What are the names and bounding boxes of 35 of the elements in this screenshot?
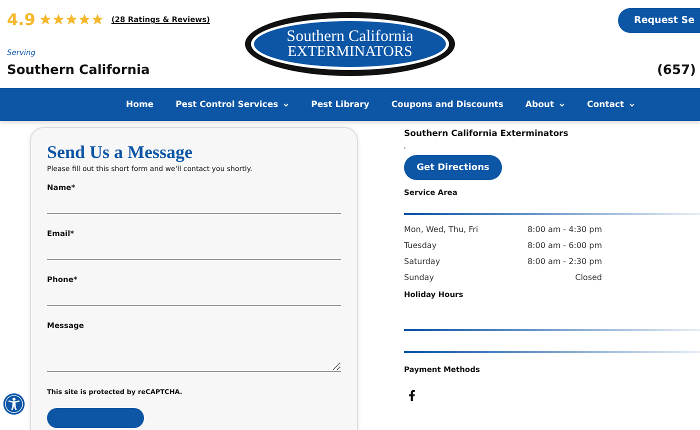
hours-time: 8:00 am - 6:00 pm bbox=[526, 241, 602, 250]
nav-link[interactable]: Pest Library bbox=[311, 100, 370, 110]
hours-days: Saturday bbox=[404, 257, 524, 266]
accessibility-icon[interactable] bbox=[3, 393, 25, 415]
nav-link[interactable]: Coupons and Discounts bbox=[391, 100, 504, 110]
company-logo[interactable]: Southern California EXTERMINATORS bbox=[245, 12, 455, 76]
star-icon bbox=[91, 13, 104, 26]
phone-number[interactable]: (657) bbox=[656, 63, 696, 78]
submit-button[interactable] bbox=[47, 408, 144, 428]
hours-time: 8:00 am - 4:30 pm bbox=[526, 225, 602, 234]
region-name: Southern California bbox=[7, 63, 150, 78]
nav-link[interactable]: Pest Control Services bbox=[176, 100, 290, 110]
form-title: Send Us a Message bbox=[47, 142, 194, 163]
hours-days: Tuesday bbox=[404, 241, 524, 250]
caret-icon bbox=[283, 102, 290, 106]
rating-score: 4.9 bbox=[7, 10, 36, 29]
star-icon bbox=[65, 13, 78, 26]
logo-text: Southern California bbox=[286, 28, 414, 44]
hours-days: Mon, Wed, Thu, Fri bbox=[404, 225, 524, 234]
hours-time: Closed bbox=[574, 273, 602, 282]
directions-button[interactable]: Get Directions bbox=[404, 155, 502, 180]
star-icon bbox=[52, 13, 66, 26]
nav-link[interactable]: Contact bbox=[587, 100, 636, 110]
nav-link[interactable]: About bbox=[525, 100, 566, 110]
nav-link[interactable]: Home bbox=[126, 100, 154, 110]
business-name: Southern California Exterminators bbox=[404, 129, 570, 139]
caret-icon bbox=[559, 102, 566, 106]
hours-time: 8:00 am - 2:30 pm bbox=[526, 257, 602, 266]
facebook-icon[interactable] bbox=[408, 390, 416, 401]
request-service-button[interactable]: Request Se bbox=[618, 8, 700, 33]
hours-days: Sunday bbox=[404, 273, 524, 282]
star-icon bbox=[39, 13, 52, 26]
logo-text: EXTERMINATORS bbox=[288, 44, 412, 60]
caret-icon bbox=[629, 102, 636, 106]
star-icon bbox=[78, 13, 92, 26]
